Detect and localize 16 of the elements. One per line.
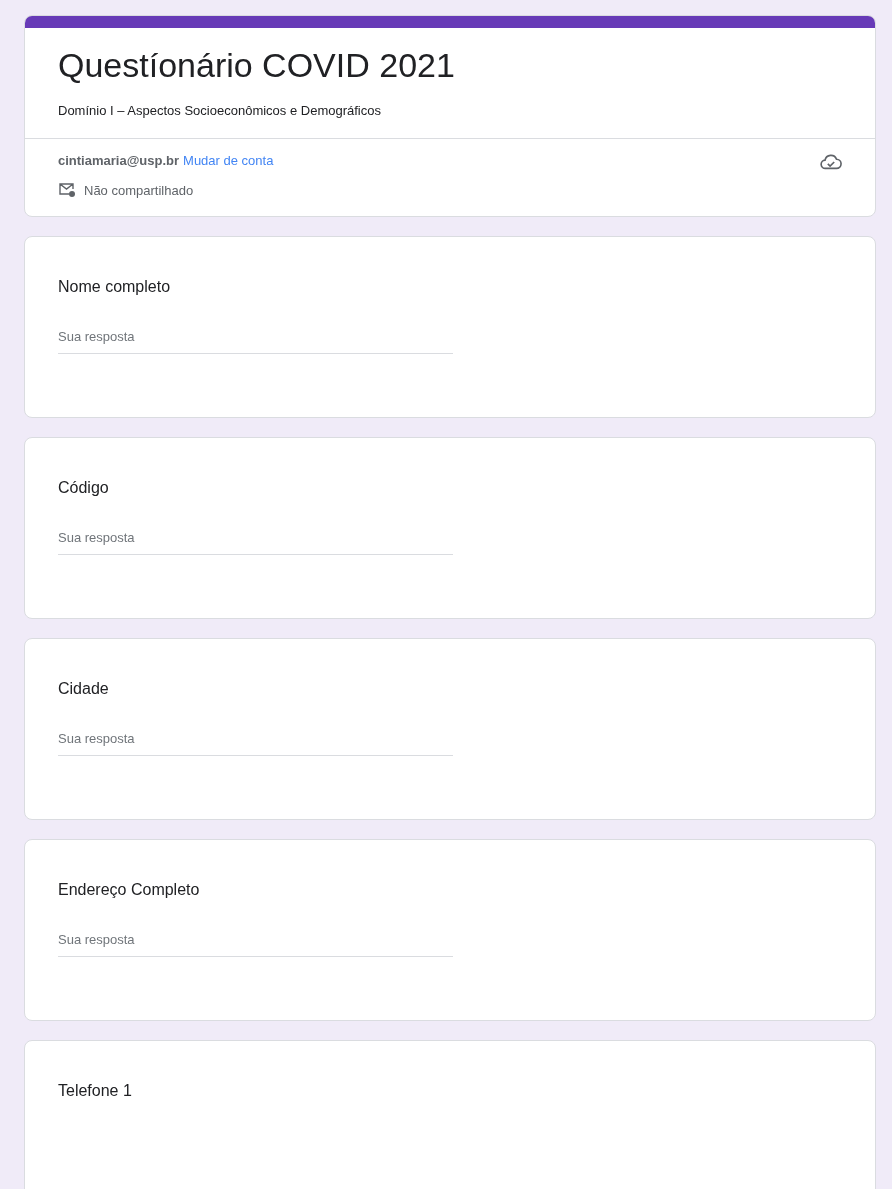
answer-field[interactable]: Sua resposta (58, 930, 453, 957)
cloud-check-icon (820, 153, 842, 171)
answer-field[interactable]: Sua resposta (58, 327, 453, 354)
account-email: cintiamaria@usp.br (58, 152, 180, 170)
form-title: Questíonário COVID 2021 (58, 45, 456, 86)
question-title: Código (58, 478, 110, 498)
switch-account-link[interactable]: Mudar de conta (183, 151, 274, 171)
mail-off-icon (58, 182, 76, 199)
answer-field[interactable]: Sua resposta (58, 729, 453, 756)
question-title: Cidade (58, 679, 110, 699)
form-description: Domínio I – Aspectos Socioeconômicos e Demográficos (58, 101, 382, 120)
sharing-status: Não compartilhado (84, 181, 194, 200)
question-title: Nome completo (58, 277, 172, 297)
question-title: Telefone 1 (58, 1081, 133, 1101)
question-title: Endereço Completo (58, 880, 201, 900)
answer-field[interactable]: Sua resposta (58, 528, 453, 555)
